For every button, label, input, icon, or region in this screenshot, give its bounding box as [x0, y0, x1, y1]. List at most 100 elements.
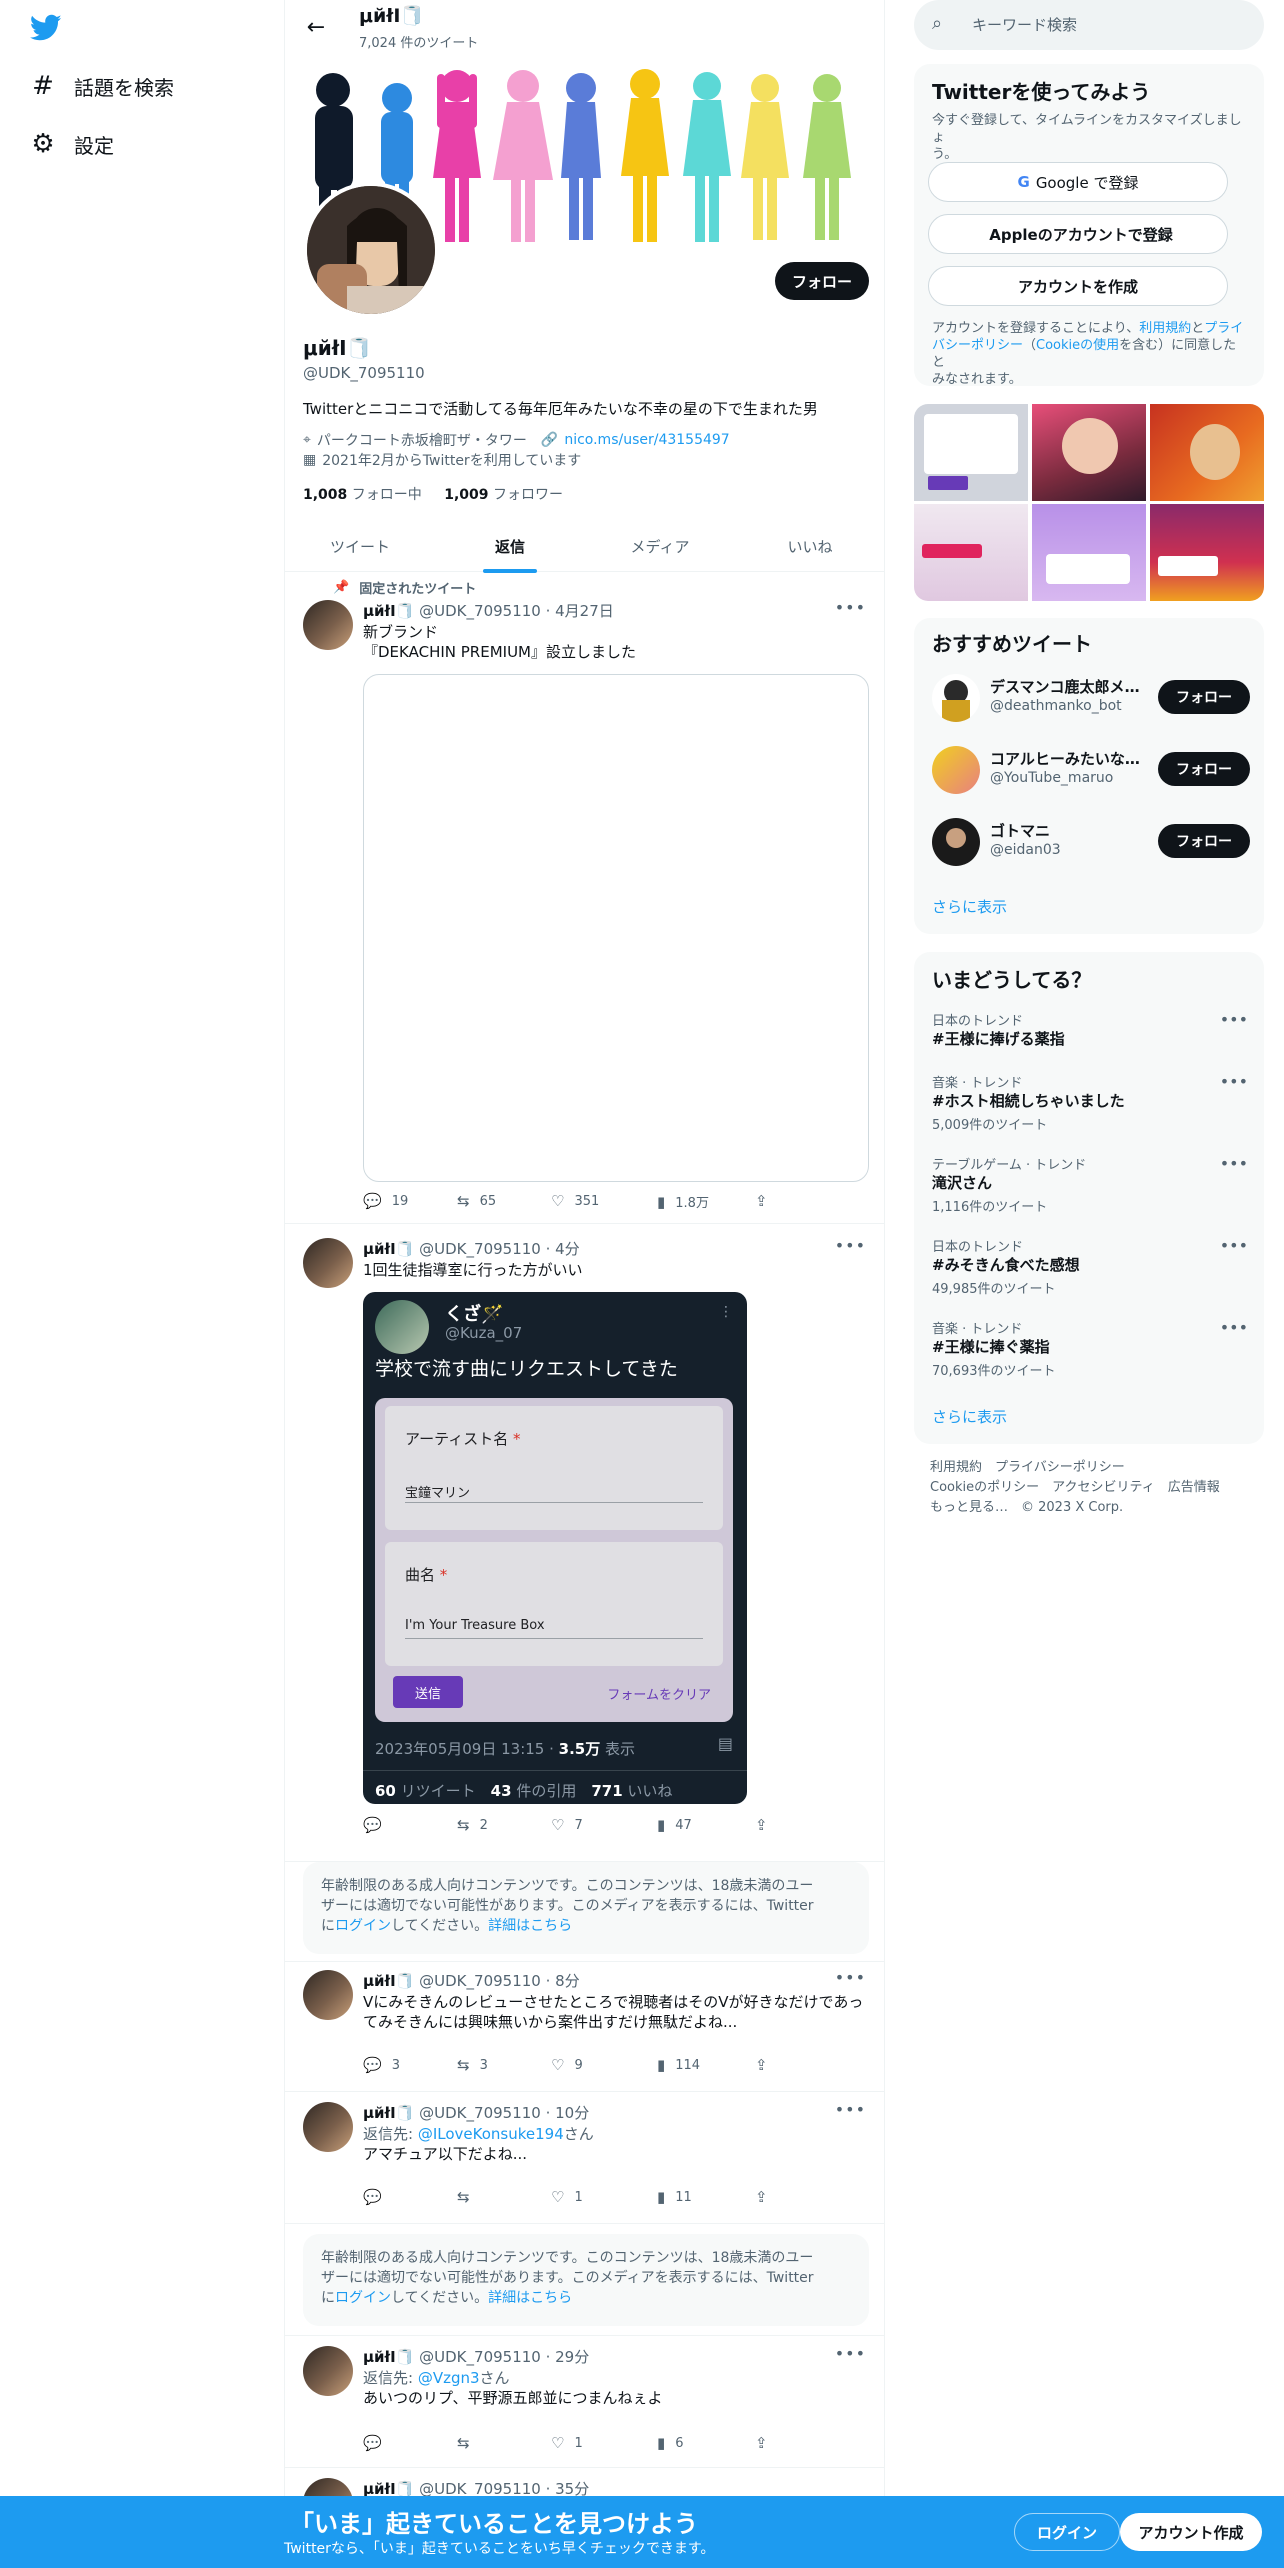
tweet-item[interactable]: μйłI🧻 @UDK_7095110 · 8分 ••• Vにみそきんのレビューさ… — [285, 1962, 884, 2092]
tweet-handle-time[interactable]: @UDK_7095110 · 4月27日 — [419, 602, 614, 620]
login-button[interactable]: ログイン — [1014, 2513, 1120, 2551]
tweet-item[interactable]: μйłI🧻 @UDK_7095110 · 4分 ••• 1回生徒指導室に行った方… — [285, 1224, 884, 1862]
retweet-button[interactable]: ⇆ 3 — [457, 2056, 488, 2074]
more-options-icon[interactable]: ••• — [1220, 1010, 1248, 1029]
views-button[interactable]: ▮ 1.8万 — [657, 1192, 709, 1212]
login-link[interactable]: ログイン — [335, 2290, 391, 2306]
reply-to-link[interactable]: @Vzgn3 — [418, 2369, 480, 2387]
follow-button[interactable]: フォロー — [1158, 680, 1250, 714]
media-thumbnail[interactable] — [1032, 404, 1146, 501]
create-account-button[interactable]: アカウントを作成 — [928, 266, 1228, 306]
trend-item[interactable]: テーブルゲーム · トレンド 滝沢さん 1,116件のツイート ••• — [914, 1154, 1264, 1215]
share-button[interactable]: ⇪ — [755, 2056, 778, 2074]
like-button[interactable]: ♡ 7 — [551, 1816, 583, 1834]
footer-line[interactable]: もっと見る… © 2023 X Corp. — [930, 1498, 1220, 1518]
tweet-handle-time[interactable]: @UDK_7095110 · 4分 — [419, 1240, 580, 1258]
more-options-icon[interactable]: ••• — [1220, 1318, 1248, 1337]
tweet-avatar[interactable] — [303, 1970, 353, 2020]
tweet-image-screenshot[interactable]: くざ🪄 @Kuza_07 ⋮ 学校で流す曲にリクエストしてきた アーティスト名 … — [363, 1292, 747, 1804]
media-thumbnail[interactable] — [914, 504, 1028, 601]
like-button[interactable]: ♡ 1 — [551, 2434, 583, 2452]
privacy-link[interactable]: バシーポリシー — [932, 338, 1023, 353]
profile-avatar[interactable] — [303, 182, 439, 318]
footer-line[interactable]: 利用規約 プライバシーポリシー — [930, 1458, 1220, 1478]
recommended-avatar[interactable] — [932, 746, 980, 794]
profile-link[interactable]: nico.ms/user/43155497 — [564, 432, 729, 448]
views-button[interactable]: ▮ 114 — [657, 2056, 700, 2074]
nav-explore[interactable]: # 話題を検索 — [28, 66, 174, 106]
tab-likes[interactable]: いいね — [735, 520, 884, 572]
google-signup-button[interactable]: G Google で登録 — [928, 162, 1228, 202]
like-button[interactable]: ♡ 351 — [551, 1192, 599, 1210]
follow-button[interactable]: フォロー — [1158, 752, 1250, 786]
details-link[interactable]: 詳細はこちら — [488, 2290, 572, 2306]
recommended-user[interactable]: ゴトマニ @eidan03 フォロー — [914, 812, 1264, 876]
share-button[interactable]: ⇪ — [755, 2434, 778, 2452]
reply-button[interactable]: 💬 3 — [363, 2056, 400, 2074]
tweet-handle-time[interactable]: @UDK_7095110 · 10分 — [419, 2104, 589, 2122]
tweet-avatar[interactable] — [303, 600, 353, 650]
recommended-avatar[interactable] — [932, 818, 980, 866]
footer-line[interactable]: Cookieのポリシー アクセシビリティ 広告情報 — [930, 1478, 1220, 1498]
tweet-author-name[interactable]: μйłI🧻 — [363, 2104, 414, 2122]
more-options-icon[interactable]: ••• — [1220, 1154, 1248, 1173]
follow-button[interactable]: フォロー — [775, 262, 869, 300]
more-options-icon[interactable]: ••• — [835, 1968, 866, 1987]
tweet-item[interactable]: μйłI🧻 @UDK_7095110 · 10分 ••• 返信先: @ILove… — [285, 2092, 884, 2224]
reply-to-link[interactable]: @ILoveKonsuke194 — [418, 2125, 564, 2143]
recommended-user[interactable]: デスマンコ鹿太郎メ... @deathmanko_bot フォロー — [914, 668, 1264, 732]
more-options-icon[interactable]: ••• — [835, 1236, 866, 1255]
details-link[interactable]: 詳細はこちら — [488, 1918, 572, 1934]
tweet-author-name[interactable]: μйłI🧻 — [363, 1240, 414, 1258]
more-options-icon[interactable]: ••• — [1220, 1236, 1248, 1255]
retweet-button[interactable]: ⇆ 65 — [457, 1192, 496, 1210]
media-thumbnail[interactable] — [1150, 504, 1264, 601]
twitter-logo-icon[interactable] — [29, 14, 62, 42]
reply-button[interactable]: 💬 — [363, 1816, 392, 1834]
more-options-icon[interactable]: ••• — [1220, 1072, 1248, 1091]
tweet-item[interactable]: μйłI🧻 @UDK_7095110 · 29分 ••• 返信先: @Vzgn3… — [285, 2336, 884, 2468]
share-button[interactable]: ⇪ — [755, 1816, 778, 1834]
trend-item[interactable]: 日本のトレンド #王様に捧げる薬指 ••• — [914, 1010, 1264, 1066]
tweet-avatar[interactable] — [303, 1238, 353, 1288]
nav-settings[interactable]: ⚙ 設定 — [28, 124, 114, 164]
media-thumbnail[interactable] — [1150, 404, 1264, 501]
tweet-handle-time[interactable]: @UDK_7095110 · 29分 — [419, 2348, 589, 2366]
tweet-author-name[interactable]: μйłI🧻 — [363, 602, 414, 620]
reply-button[interactable]: 💬 — [363, 2188, 392, 2206]
views-button[interactable]: ▮ 47 — [657, 1816, 692, 1834]
tab-replies[interactable]: 返信 — [435, 520, 585, 573]
tweet-media-placeholder[interactable] — [363, 674, 869, 1182]
trend-item[interactable]: 日本のトレンド #みそきん食べた感想 49,985件のツイート ••• — [914, 1236, 1264, 1297]
terms-link[interactable]: 利用規約 — [1139, 321, 1191, 336]
cookie-link[interactable]: Cookieの使用 — [1036, 338, 1119, 353]
media-thumbnail[interactable] — [1032, 504, 1146, 601]
trend-item[interactable]: 音楽 · トレンド #王様に捧ぐ薬指 70,693件のツイート ••• — [914, 1318, 1264, 1379]
show-more-link[interactable]: さらに表示 — [932, 896, 1007, 917]
like-button[interactable]: ♡ 1 — [551, 2188, 583, 2206]
tweet-handle-time[interactable]: @UDK_7095110 · 8分 — [419, 1972, 580, 1990]
tweet-author-name[interactable]: μйłI🧻 — [363, 2348, 414, 2366]
tab-tweets[interactable]: ツイート — [285, 520, 435, 572]
apple-signup-button[interactable]: Appleのアカウントで登録 — [928, 214, 1228, 254]
reply-button[interactable]: 💬 19 — [363, 1192, 408, 1210]
media-thumbnail[interactable] — [914, 404, 1028, 501]
search-bar[interactable]: ⌕ キーワード検索 — [914, 0, 1264, 50]
tweet-author-name[interactable]: μйłI🧻 — [363, 1972, 414, 1990]
tweet-pinned[interactable]: 📌 固定されたツイート μйłI🧻 @UDK_7095110 · 4月27日 ••… — [285, 572, 884, 1224]
views-button[interactable]: ▮ 11 — [657, 2188, 692, 2206]
following-link[interactable]: 1,008 フォロー中 — [303, 487, 422, 503]
like-button[interactable]: ♡ 9 — [551, 2056, 583, 2074]
more-options-icon[interactable]: ••• — [835, 2344, 866, 2363]
followers-link[interactable]: 1,009 フォロワー — [444, 487, 563, 503]
show-more-link[interactable]: さらに表示 — [932, 1406, 1007, 1427]
more-options-icon[interactable]: ••• — [835, 2100, 866, 2119]
follow-button[interactable]: フォロー — [1158, 824, 1250, 858]
views-button[interactable]: ▮ 6 — [657, 2434, 684, 2452]
share-button[interactable]: ⇪ — [755, 2188, 778, 2206]
more-options-icon[interactable]: ••• — [835, 598, 866, 617]
login-link[interactable]: ログイン — [335, 1918, 391, 1934]
retweet-button[interactable]: ⇆ — [457, 2434, 480, 2452]
privacy-link[interactable]: プライ — [1204, 321, 1243, 336]
trend-item[interactable]: 音楽 · トレンド #ホスト相続しちゃいました 5,009件のツイート ••• — [914, 1072, 1264, 1133]
